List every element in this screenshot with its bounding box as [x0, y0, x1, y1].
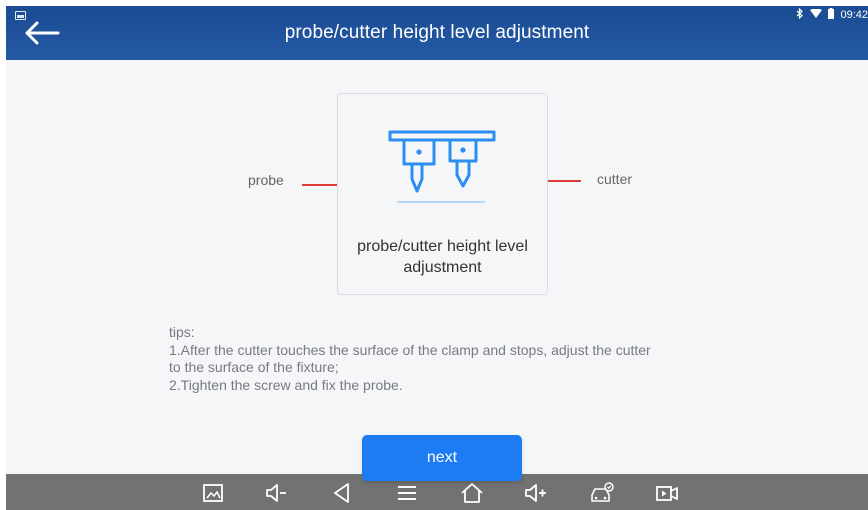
cutter-label: cutter [597, 171, 633, 187]
menu-icon[interactable] [394, 480, 420, 506]
battery-icon [828, 8, 835, 22]
screenshot-icon[interactable] [200, 480, 226, 506]
illustration-card: probe/cutter height level adjustment [337, 93, 548, 295]
probe-cutter-illustration [388, 130, 496, 203]
card-caption-line1: probe/cutter height level [357, 238, 528, 255]
screen-record-icon[interactable] [654, 480, 680, 506]
card-caption: probe/cutter height level adjustment [338, 236, 547, 278]
tips-heading: tips: [169, 324, 195, 340]
back-triangle-icon[interactable] [329, 480, 355, 506]
tips-line-3: 2.Tighten the screw and fix the probe. [169, 376, 403, 393]
card-caption-line2: adjustment [403, 259, 482, 276]
page-title: probe/cutter height level adjustment [284, 22, 590, 43]
home-icon[interactable] [459, 480, 485, 506]
tips-line-1: 1.After the cutter touches the surface o… [169, 341, 651, 358]
header-bar: 09:42 probe/cutter height level adjustme… [6, 6, 868, 60]
car-diagnostic-icon[interactable] [589, 480, 615, 506]
volume-up-icon[interactable] [523, 480, 549, 506]
volume-down-icon[interactable] [264, 480, 290, 506]
bluetooth-icon [796, 7, 804, 22]
wifi-icon [810, 8, 823, 22]
tips-text: tips: 1.After the cutter touches the sur… [169, 324, 729, 394]
tips-line-2: to the surface of the fixture; [169, 359, 339, 375]
probe-label: probe [248, 172, 284, 188]
image-icon [15, 11, 26, 20]
next-button[interactable]: next [362, 435, 522, 481]
status-time: 09:42 [840, 9, 868, 21]
app-window: 09:42 probe/cutter height level adjustme… [6, 6, 868, 510]
status-icons: 09:42 [796, 7, 868, 23]
